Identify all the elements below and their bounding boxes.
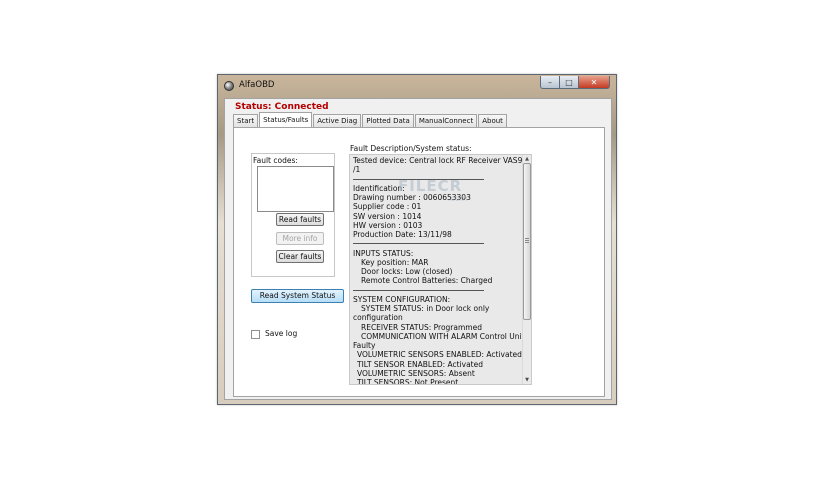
window-title: AlfaOBD [239,80,275,90]
tab-manual-connect[interactable]: ManualConnect [414,114,478,127]
description-line: Door locks: Low (closed) [361,267,453,276]
minimize-button[interactable]: – [540,76,560,89]
description-line: TILT SENSORS: Not Present [357,378,459,384]
scroll-down-icon[interactable]: ▼ [523,376,531,384]
grip-icon [525,238,529,243]
description-line: Supplier code : 01 [353,202,422,212]
title-bar[interactable]: AlfaOBD – □ ✕ [218,75,616,97]
description-line: /1 [353,165,361,175]
tab-status-faults[interactable]: Status/Faults [259,112,313,127]
separator-line [353,286,524,295]
description-line: SYSTEM STATUS: in Door lock only [361,304,490,313]
description-line: Key position: MAR [361,257,429,267]
watermark-logo: FILECR [398,177,463,195]
description-line: RECEIVER STATUS: Programmed [361,322,482,332]
connection-status: Status: Connected [235,102,329,112]
tab-plotted-data[interactable]: Plotted Data [362,114,414,127]
fault-codes-list[interactable] [257,166,334,212]
save-log-label: Save log [265,329,298,338]
description-line: TILT SENSOR ENABLED: Activated [357,359,483,369]
more-info-button[interactable]: More info [276,232,324,245]
app-icon [224,81,234,91]
tab-about[interactable]: About [478,114,507,127]
clear-faults-button[interactable]: Clear faults [276,250,324,263]
description-line: SW version : 1014 [353,211,422,221]
description-line: Tested device: Central lock RF Receiver … [353,156,524,165]
save-log-checkbox[interactable] [251,330,260,339]
description-line: Remote Control Batteries: Charged [361,276,493,286]
description-line: SYSTEM CONFIGURATION: [353,294,451,304]
status-faults-panel: Fault codes: Read faults More info Clear… [233,127,605,397]
separator-line [353,239,524,248]
description-line: COMMUNICATION WITH ALARM Control Unit: [361,331,524,341]
tab-start[interactable]: Start [233,114,259,127]
client-area: Status: Connected Start Status/Faults Ac… [224,98,612,400]
vertical-scrollbar[interactable]: ▲ ▼ [522,155,531,384]
read-system-status-button[interactable]: Read System Status [251,289,344,303]
app-window: AlfaOBD – □ ✕ Status: Connected Start St… [217,74,617,405]
window-controls: – □ ✕ [540,76,610,89]
description-line: VOLUMETRIC SENSORS: Absent [357,368,475,378]
description-line: Production Date: 13/11/98 [353,230,452,239]
tab-strip: Start Status/Faults Active Diag Plotted … [233,112,508,127]
description-line: configuration [353,313,403,323]
maximize-button[interactable]: □ [560,76,579,89]
fault-description-label: Fault Description/System status: [350,144,472,153]
description-line: INPUTS STATUS: [353,248,414,258]
description-line: Faulty [353,341,376,350]
fault-codes-label: Fault codes: [253,156,298,165]
read-faults-button[interactable]: Read faults [276,213,324,226]
scroll-up-icon[interactable]: ▲ [523,155,531,163]
description-line: HW version : 0103 [353,220,423,230]
watermark-domain: .com [448,194,468,203]
scroll-thumb[interactable] [523,163,531,320]
description-line: VOLUMETRIC SENSORS ENABLED: Activated [357,350,522,360]
tab-active-diag[interactable]: Active Diag [313,114,362,127]
close-button[interactable]: ✕ [579,76,610,89]
